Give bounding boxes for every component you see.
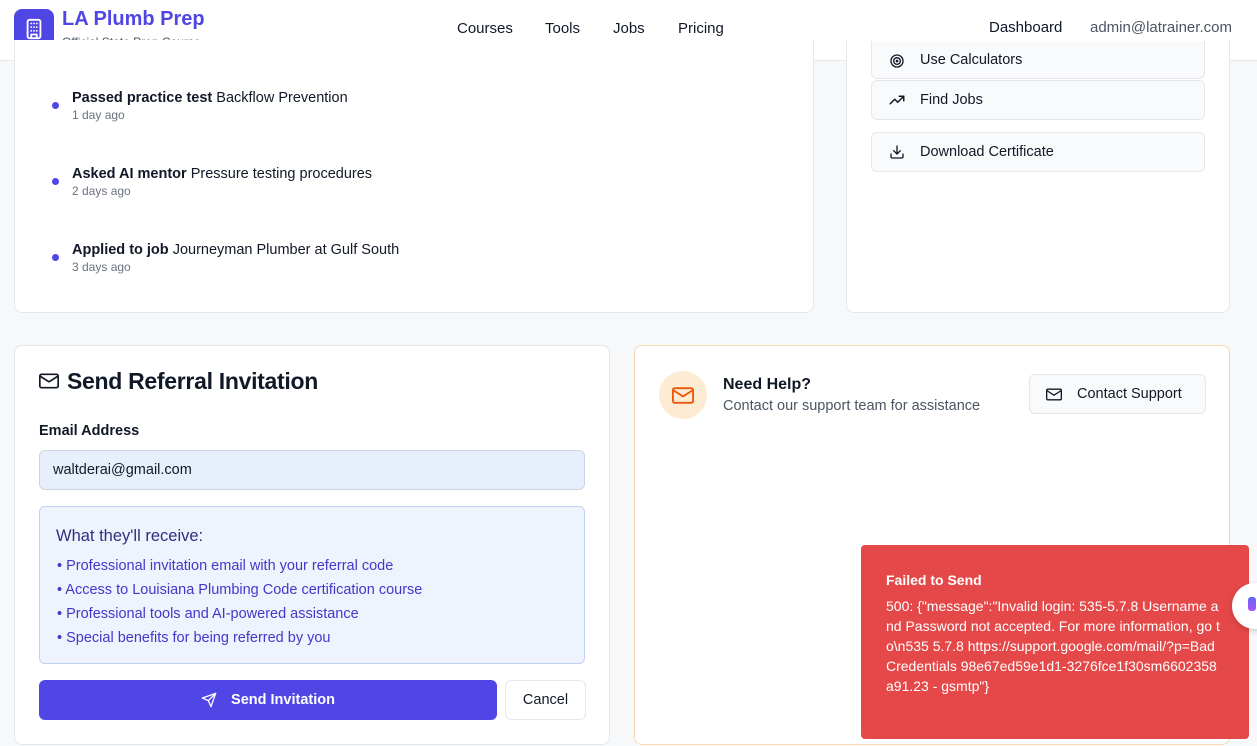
help-mail-icon xyxy=(659,371,707,419)
contact-support-label: Contact Support xyxy=(1077,386,1182,402)
download-icon xyxy=(888,143,906,161)
activity-item: Passed practice test Backflow Prevention… xyxy=(72,90,348,122)
benefit-item: • Special benefits for being referred by… xyxy=(57,630,331,646)
activity-detail: Backflow Prevention xyxy=(216,90,348,106)
find-jobs-label: Find Jobs xyxy=(920,92,983,108)
benefits-list: • Professional invitation email with you… xyxy=(57,557,422,653)
contact-support-button[interactable]: Contact Support xyxy=(1029,374,1206,414)
nav-pricing[interactable]: Pricing xyxy=(678,20,724,37)
nav-dashboard[interactable]: Dashboard xyxy=(989,19,1062,36)
find-jobs-button[interactable]: Find Jobs xyxy=(871,80,1205,120)
benefits-title: What they'll receive: xyxy=(56,527,204,545)
send-invitation-label: Send Invitation xyxy=(231,692,335,708)
mail-icon xyxy=(39,373,59,394)
recent-activity-card: Passed practice test Backflow Prevention… xyxy=(14,40,814,313)
nav-jobs[interactable]: Jobs xyxy=(613,20,645,37)
activity-detail: Journeyman Plumber at Gulf South xyxy=(172,242,400,258)
chat-icon xyxy=(1248,597,1256,611)
activity-dot xyxy=(52,102,59,109)
mail-icon xyxy=(1046,388,1062,401)
use-calculators-button[interactable]: Use Calculators xyxy=(871,41,1205,79)
activity-dot xyxy=(52,178,59,185)
target-icon xyxy=(888,52,906,70)
send-icon xyxy=(201,692,217,708)
user-email[interactable]: admin@latrainer.com xyxy=(1090,19,1232,36)
referral-title: Send Referral Invitation xyxy=(67,368,318,394)
activity-time: 2 days ago xyxy=(72,184,131,198)
referral-email-input[interactable] xyxy=(39,450,585,490)
help-subtitle: Contact our support team for assistance xyxy=(723,398,981,414)
download-certificate-label: Download Certificate xyxy=(920,144,1054,160)
toast-title: Failed to Send xyxy=(886,572,982,588)
activity-action: Passed practice test xyxy=(72,90,213,106)
error-toast[interactable]: Failed to Send 500: {"message":"Invalid … xyxy=(861,545,1249,739)
help-title: Need Help? xyxy=(723,376,812,393)
activity-action: Applied to job xyxy=(72,242,169,258)
activity-time: 3 days ago xyxy=(72,260,131,274)
activity-item: Applied to job Journeyman Plumber at Gul… xyxy=(72,242,399,274)
use-calculators-label: Use Calculators xyxy=(920,52,1023,68)
activity-dot xyxy=(52,254,59,261)
send-invitation-button[interactable]: Send Invitation xyxy=(39,680,497,720)
activity-detail: Pressure testing procedures xyxy=(190,166,373,182)
toast-message: 500: {"message":"Invalid login: 535-5.7.… xyxy=(886,598,1220,694)
nav-tools[interactable]: Tools xyxy=(545,20,580,37)
activity-action: Asked AI mentor xyxy=(72,166,187,182)
download-certificate-button[interactable]: Download Certificate xyxy=(871,132,1205,172)
activity-time: 1 day ago xyxy=(72,108,125,122)
quick-actions-card: Use Calculators Find Jobs Download Certi… xyxy=(846,40,1230,313)
benefits-box: What they'll receive: • Professional inv… xyxy=(39,506,585,664)
activity-item: Asked AI mentor Pressure testing procedu… xyxy=(72,166,372,198)
brand-title[interactable]: LA Plumb Prep xyxy=(62,8,205,31)
email-label: Email Address xyxy=(39,423,140,439)
referral-card: Send Referral Invitation Email Address W… xyxy=(14,345,610,745)
benefit-item: • Access to Louisiana Plumbing Code cert… xyxy=(57,582,423,598)
cancel-button[interactable]: Cancel xyxy=(505,680,586,720)
trending-up-icon xyxy=(888,91,906,109)
benefit-item: • Professional tools and AI-powered assi… xyxy=(57,606,359,622)
nav-courses[interactable]: Courses xyxy=(457,20,513,37)
benefit-item: • Professional invitation email with you… xyxy=(57,558,394,574)
